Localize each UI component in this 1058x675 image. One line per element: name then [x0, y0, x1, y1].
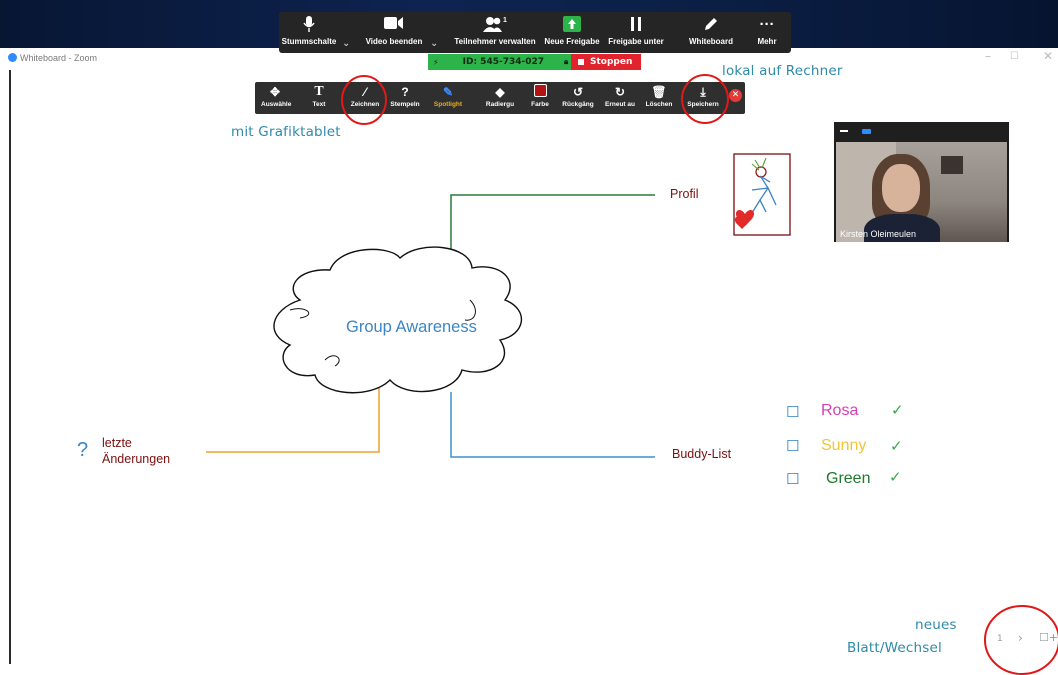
- annotation-overlay: [206, 74, 1058, 675]
- buddy-name-green: Green: [826, 470, 871, 487]
- zeichnen-highlight-circle: [341, 75, 387, 125]
- new-sheet-annotation-line1: neues: [915, 617, 957, 633]
- video-tile-header: [834, 122, 1009, 142]
- participant-video-image: Kirsten Oleimeulen: [836, 142, 1007, 242]
- buddy-name-sunny: Sunny: [821, 437, 867, 454]
- cloud-label: Group Awareness: [346, 318, 477, 336]
- buddy-checkbox-rosa: ☐: [786, 403, 800, 421]
- buddy-connector-line: [450, 392, 655, 458]
- buddy-checkbox-sunny: ☐: [786, 437, 800, 455]
- local-save-annotation: lokal auf Rechner: [722, 63, 843, 79]
- video-camera-status-icon: [862, 129, 871, 134]
- check-icon-rosa: ✓: [891, 401, 904, 419]
- buddy-checkbox-green: ☐: [786, 470, 800, 488]
- new-sheet-annotation-line2: Blatt/Wechsel: [847, 640, 942, 656]
- question-mark-label: ?: [77, 439, 89, 461]
- page-number: 1: [997, 634, 1003, 644]
- check-icon-sunny: ✓: [890, 437, 903, 455]
- tablet-annotation: mit Grafiktablet: [231, 124, 341, 140]
- new-page-icon[interactable]: ☐+: [1039, 631, 1058, 644]
- aenderungen-label: Änderungen: [102, 452, 171, 466]
- video-minimize-icon[interactable]: [840, 130, 848, 132]
- letzte-label: letzte: [102, 436, 132, 450]
- participant-video-tile[interactable]: Kirsten Oleimeulen: [834, 122, 1009, 242]
- buddy-name-rosa: Rosa: [821, 402, 859, 419]
- buddy-list-label: Buddy-List: [672, 447, 732, 461]
- speichern-highlight-circle: [681, 74, 729, 124]
- next-page-icon[interactable]: ›: [1018, 631, 1023, 645]
- profil-label: Profil: [670, 187, 699, 201]
- profil-connector-line: [450, 194, 655, 254]
- participant-name: Kirsten Oleimeulen: [840, 229, 917, 239]
- check-icon-green: ✓: [889, 468, 902, 486]
